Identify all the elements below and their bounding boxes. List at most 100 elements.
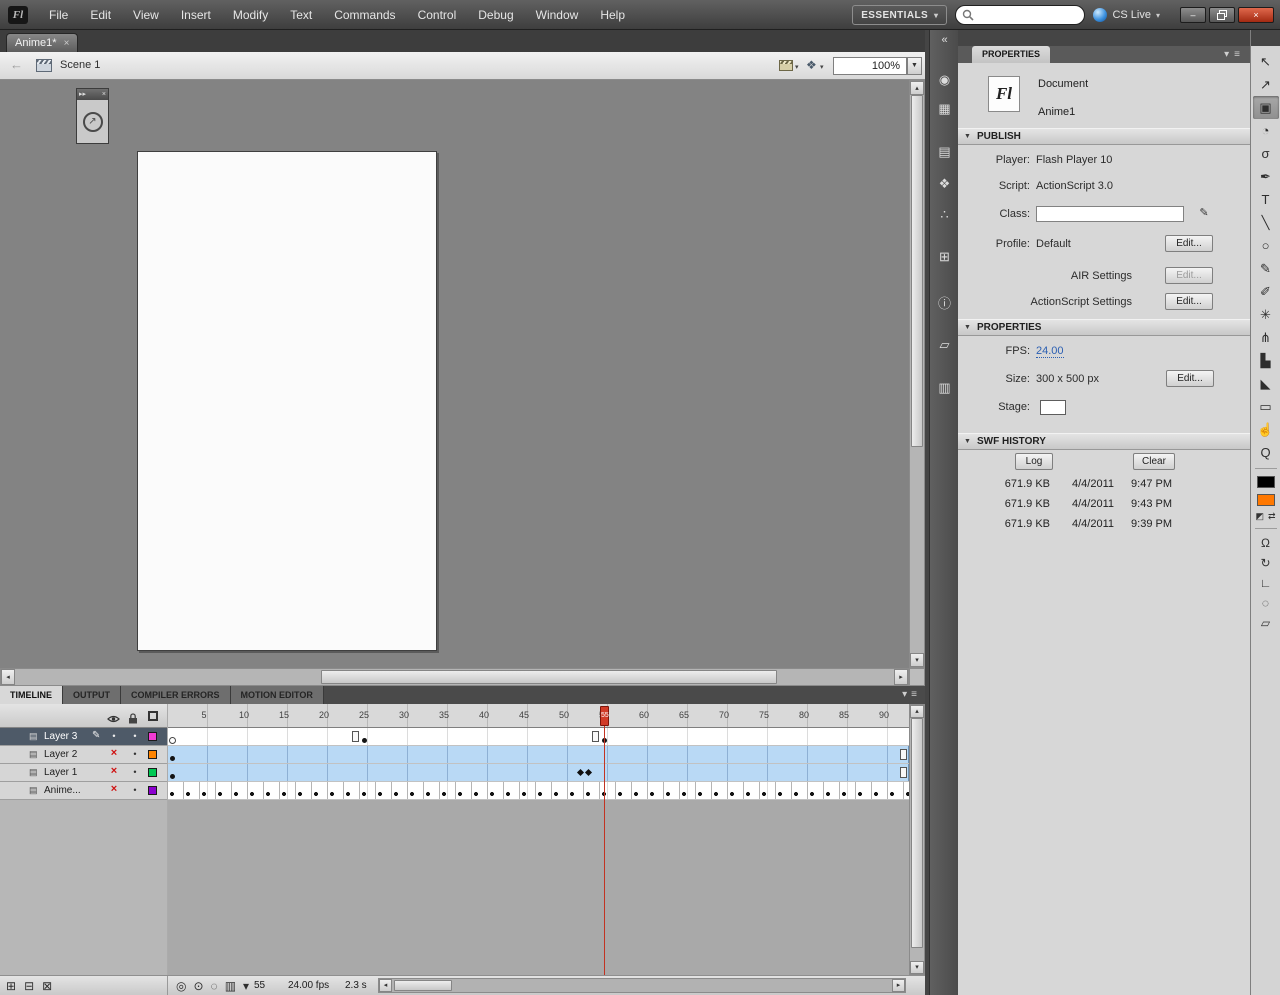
- zoom-tool[interactable]: Q: [1253, 441, 1279, 464]
- playhead-handle[interactable]: 55: [600, 706, 609, 726]
- menu-file[interactable]: File: [38, 0, 79, 30]
- scroll-up-button[interactable]: ▴: [910, 705, 924, 718]
- publish-section-header[interactable]: ▼ PUBLISH: [958, 128, 1250, 145]
- outline-all-layers-icon[interactable]: [148, 711, 158, 721]
- zoom-dropdown-button[interactable]: ▼: [907, 57, 922, 75]
- pencil-tool[interactable]: ✎: [1253, 257, 1279, 280]
- stage-horizontal-scrollbar[interactable]: ◂ ▸: [0, 668, 909, 686]
- stage-area[interactable]: ▸▸ × ↗: [0, 80, 909, 668]
- distort-icon[interactable]: ▱: [1254, 613, 1278, 633]
- properties-section-header[interactable]: ▼ PROPERTIES: [958, 319, 1250, 336]
- swatches-panel-icon[interactable]: ▦: [930, 101, 959, 117]
- frames-row-3[interactable]: [168, 764, 909, 782]
- selection-tool[interactable]: ↖: [1253, 50, 1279, 73]
- menu-commands[interactable]: Commands: [323, 0, 406, 30]
- class-input[interactable]: [1036, 206, 1184, 222]
- black-white-icon[interactable]: ◩: [1255, 511, 1264, 522]
- layer-unlocked-dot[interactable]: •: [130, 731, 140, 741]
- delete-layer-icon[interactable]: ⊠: [42, 978, 52, 994]
- color-panel-icon[interactable]: ◉: [930, 72, 959, 88]
- section-collapse-icon[interactable]: ▼: [964, 133, 971, 140]
- rotate-and-skew-icon[interactable]: ↻: [1254, 553, 1278, 573]
- layer-hidden-icon[interactable]: ×: [108, 747, 120, 759]
- new-layer-icon[interactable]: ⊞: [6, 978, 16, 994]
- curve-arrow-icon[interactable]: ↗: [82, 111, 103, 132]
- frame-rate-indicator[interactable]: 24.00 fps: [288, 980, 329, 991]
- actionscript-settings-edit-button[interactable]: Edit...: [1165, 293, 1213, 310]
- edit-class-pencil-icon[interactable]: ✎: [1196, 206, 1212, 222]
- oval-tool[interactable]: ○: [1253, 234, 1279, 257]
- document-tab[interactable]: Anime1* ×: [6, 33, 79, 52]
- free-transform-tool[interactable]: ▣: [1252, 96, 1279, 119]
- search-input[interactable]: [978, 9, 1079, 21]
- floating-controller-panel[interactable]: ▸▸ × ↗: [76, 88, 109, 144]
- lasso-tool[interactable]: σ: [1253, 142, 1279, 165]
- fps-value[interactable]: 24.00: [1036, 345, 1064, 358]
- scroll-right-button[interactable]: ▸: [892, 979, 905, 992]
- menu-text[interactable]: Text: [279, 0, 323, 30]
- timeline-panel-menu[interactable]: ▾ ≡: [902, 686, 917, 704]
- layer-outline-color-swatch[interactable]: [148, 768, 157, 777]
- log-button[interactable]: Log: [1015, 453, 1053, 470]
- clear-button[interactable]: Clear: [1133, 453, 1175, 470]
- tab-compiler-errors[interactable]: COMPILER ERRORS: [121, 686, 231, 704]
- properties-panel-menu[interactable]: ▾ ≡: [1224, 46, 1240, 63]
- layer-hidden-icon[interactable]: ×: [108, 783, 120, 795]
- tab-properties[interactable]: PROPERTIES: [972, 46, 1051, 63]
- layer-row-anime[interactable]: ▤ Anime... × •: [0, 782, 167, 800]
- layer-row-layer-2[interactable]: ▤ Layer 2 × •: [0, 746, 167, 764]
- show-hide-all-layers-icon[interactable]: [107, 711, 120, 729]
- menu-view[interactable]: View: [122, 0, 170, 30]
- fill-color-swatch[interactable]: [1256, 494, 1275, 506]
- horizontal-scrollbar-thumb[interactable]: [321, 670, 777, 684]
- new-folder-icon[interactable]: ⊟: [24, 978, 34, 994]
- menu-control[interactable]: Control: [407, 0, 468, 30]
- motion-presets-panel-icon[interactable]: ∴: [930, 207, 959, 223]
- frames-row-4[interactable]: [168, 782, 909, 800]
- tab-timeline[interactable]: TIMELINE: [0, 686, 63, 704]
- timeline-vertical-scrollbar[interactable]: ▴ ▾: [909, 704, 925, 975]
- stage-vertical-scrollbar[interactable]: ▴ ▾: [909, 80, 925, 668]
- info-panel-icon[interactable]: ⓘ: [930, 293, 959, 312]
- layer-outline-color-swatch[interactable]: [148, 732, 157, 741]
- horizontal-scrollbar-thumb[interactable]: [394, 980, 452, 991]
- edit-symbols-icon[interactable]: ❖: [806, 58, 817, 72]
- menu-modify[interactable]: Modify: [222, 0, 279, 30]
- stage-color-swatch[interactable]: [1040, 400, 1066, 415]
- frames-row-1[interactable]: [168, 728, 909, 746]
- layer-unlocked-dot[interactable]: •: [130, 785, 140, 795]
- menu-window[interactable]: Window: [525, 0, 590, 30]
- edit-multiple-frames-icon[interactable]: ▥: [225, 978, 236, 994]
- size-edit-button[interactable]: Edit...: [1166, 370, 1214, 387]
- timeline-horizontal-scrollbar[interactable]: ◂ ▸: [378, 978, 906, 993]
- brush-tool[interactable]: ✐: [1253, 280, 1279, 303]
- stroke-color-swatch[interactable]: [1256, 476, 1275, 488]
- eraser-tool[interactable]: ▭: [1253, 395, 1279, 418]
- profile-edit-button[interactable]: Edit...: [1165, 235, 1213, 252]
- pen-tool[interactable]: ✒: [1253, 165, 1279, 188]
- scroll-up-button[interactable]: ▴: [910, 81, 924, 95]
- code-snippets-panel-icon[interactable]: ▤: [930, 144, 959, 160]
- transform-panel-icon[interactable]: ▱: [930, 337, 959, 353]
- layer-unlocked-dot[interactable]: •: [130, 749, 140, 759]
- back-arrow-icon[interactable]: ←: [10, 57, 23, 72]
- swf-history-section-header[interactable]: ▼ SWF HISTORY: [958, 433, 1250, 450]
- stage-canvas[interactable]: [137, 151, 437, 651]
- hand-tool[interactable]: ☝: [1253, 418, 1279, 441]
- layer-outline-color-swatch[interactable]: [148, 750, 157, 759]
- snap-magnet-icon[interactable]: Ω: [1254, 533, 1278, 553]
- vertical-scrollbar-thumb[interactable]: [911, 718, 923, 948]
- envelope-icon[interactable]: ◌: [1254, 593, 1278, 613]
- close-button[interactable]: ×: [1238, 7, 1274, 23]
- document-name[interactable]: Anime1: [1038, 106, 1075, 118]
- script-value[interactable]: ActionScript 3.0: [1036, 180, 1113, 192]
- minimize-button[interactable]: –: [1180, 7, 1206, 23]
- menu-insert[interactable]: Insert: [170, 0, 222, 30]
- panel-close-icon[interactable]: ×: [102, 90, 106, 100]
- eyedropper-tool[interactable]: ◣: [1253, 372, 1279, 395]
- layer-row-layer-3[interactable]: ▤ Layer 3 ✎ • •: [0, 728, 167, 746]
- menu-edit[interactable]: Edit: [79, 0, 122, 30]
- center-frame-icon[interactable]: ◎: [176, 978, 186, 994]
- onion-skin-icon[interactable]: ⊙: [193, 978, 203, 994]
- layer-hidden-icon[interactable]: ×: [108, 765, 120, 777]
